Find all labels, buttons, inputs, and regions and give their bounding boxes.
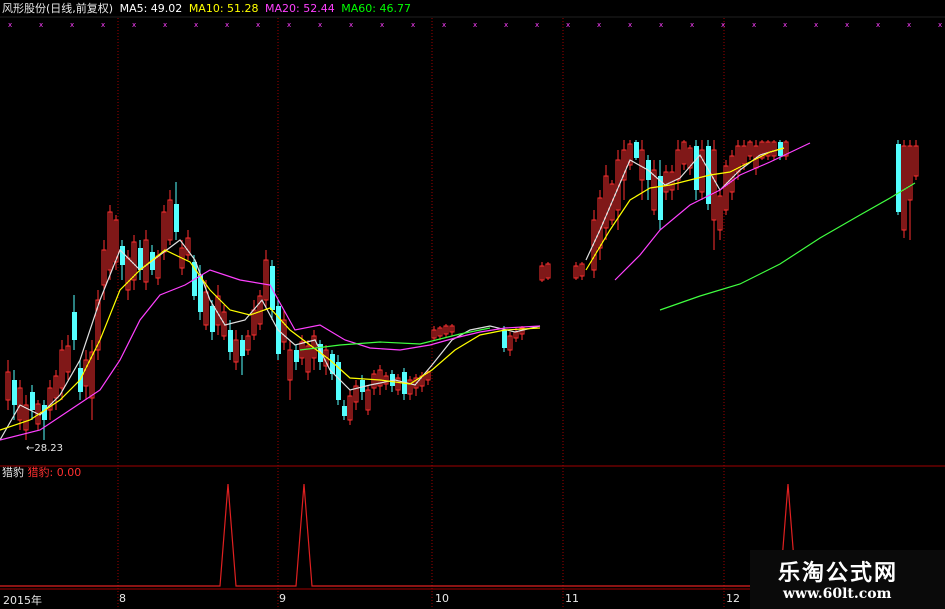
top-marker: x — [845, 21, 849, 29]
top-marker: x — [132, 21, 136, 29]
candle-body-down — [174, 204, 179, 232]
top-marker: x — [628, 21, 632, 29]
top-marker: x — [8, 21, 12, 29]
candle-body-down — [228, 330, 233, 352]
x-label-8: 8 — [119, 592, 126, 605]
candle-body-down — [30, 392, 35, 410]
candle-body-down — [120, 246, 125, 265]
kline-chart-window[interactable]: x x x x x x x x x x x x x x x x x x x x x x x x x x x x x x x 风形股份(日线,… — [0, 0, 945, 609]
candle-body-down — [72, 312, 77, 340]
candle-body-down — [210, 306, 215, 332]
top-marker: x — [411, 21, 415, 29]
top-marker: x — [380, 21, 384, 29]
top-marker: x — [318, 21, 322, 29]
chart-canvas[interactable]: xxxxxxxxxxxxxxxxxxxxxxxxxxxxxxx — [0, 0, 945, 609]
watermark-url: www.60lt.com — [783, 586, 892, 602]
top-marker: x — [287, 21, 291, 29]
low-price-annotation: ←28.23 — [26, 443, 64, 454]
candle-body-down — [240, 340, 245, 356]
top-marker: x — [659, 21, 663, 29]
candle-body-down — [270, 266, 275, 310]
ma20-value: MA20: 52.44 — [265, 2, 335, 15]
top-marker: x — [814, 21, 818, 29]
top-marker: x — [163, 21, 167, 29]
top-marker: x — [225, 21, 229, 29]
top-marker: x — [876, 21, 880, 29]
top-marker: x — [566, 21, 570, 29]
candle-body-down — [12, 380, 17, 405]
x-label-10: 10 — [435, 592, 449, 605]
x-label-9: 9 — [279, 592, 286, 605]
top-marker: x — [101, 21, 105, 29]
top-marker: x — [938, 21, 942, 29]
stock-name: 风形股份(日线,前复权) — [2, 2, 114, 15]
x-label-12: 12 — [726, 592, 740, 605]
x-label-2015: 2015年 — [3, 594, 42, 607]
top-marker: x — [535, 21, 539, 29]
top-marker: x — [70, 21, 74, 29]
top-marker: x — [442, 21, 446, 29]
candle-body-down — [502, 330, 507, 348]
watermark-title: 乐淘公式网 — [778, 561, 899, 586]
top-marker: x — [752, 21, 756, 29]
chart-header: 风形股份(日线,前复权) MA5: 49.02 MA10: 51.28 MA20… — [2, 1, 414, 17]
top-marker: x — [907, 21, 911, 29]
ma10-value: MA10: 51.28 — [188, 2, 259, 15]
top-marker: x — [473, 21, 477, 29]
candle-body-down — [342, 406, 347, 416]
top-marker: x — [721, 21, 725, 29]
indicator-header: 猎豹 猎豹: 0.00 — [2, 466, 81, 480]
indicator-value: 猎豹: 0.00 — [27, 466, 82, 479]
top-marker: x — [783, 21, 787, 29]
top-marker: x — [194, 21, 198, 29]
top-marker: x — [349, 21, 353, 29]
ma60-value: MA60: 46.77 — [341, 2, 411, 15]
x-label-11: 11 — [565, 592, 579, 605]
candle-body-down — [896, 144, 901, 212]
ma60-line — [659, 182, 916, 311]
ma5-value: MA5: 49.02 — [119, 2, 183, 15]
top-marker: x — [256, 21, 260, 29]
indicator-name: 猎豹 — [2, 466, 24, 479]
candle-body-down — [634, 142, 639, 158]
candle-body-down — [138, 248, 143, 270]
top-marker: x — [39, 21, 43, 29]
candle-body-down — [294, 350, 299, 362]
top-marker: x — [504, 21, 508, 29]
top-marker: x — [597, 21, 601, 29]
top-marker: x — [690, 21, 694, 29]
candle-body-down — [694, 146, 699, 190]
